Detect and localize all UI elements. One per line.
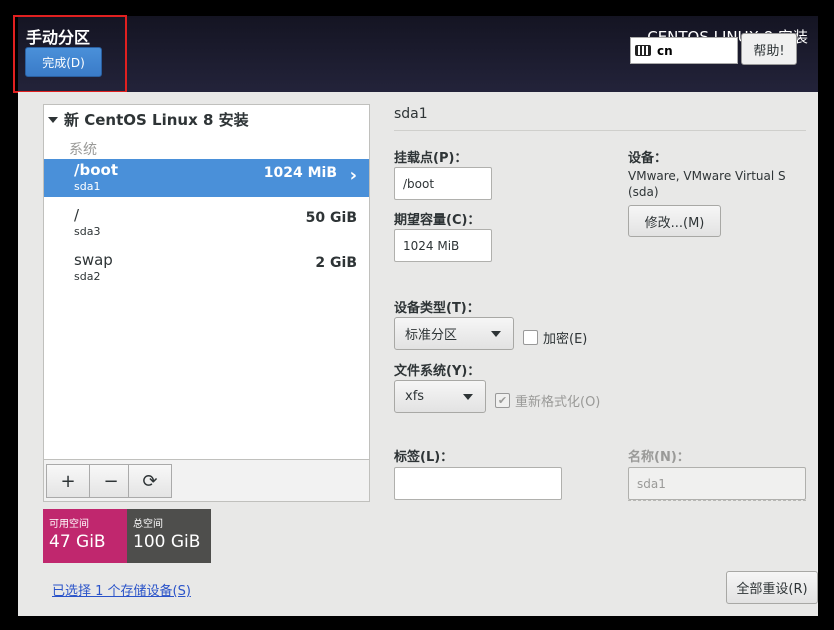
device-type-label: 设备类型(T)： [394,301,480,316]
total-space-label: 总空间 [133,519,163,530]
dropdown-caret-icon [491,331,501,337]
modify-button[interactable]: 修改...(M) [628,205,721,237]
divider [628,500,806,501]
details-title: sda1 [394,106,428,122]
partition-tree: 新 CentOS Linux 8 安装 系统 /boot sda1 1024 M… [43,104,370,502]
tag-input[interactable] [394,467,562,500]
total-space-box: 总空间 100 GiB [127,509,211,563]
tag-label: 标签(L)： [394,450,454,465]
mount-point-input[interactable]: /boot [394,167,492,200]
available-space-value: 47 GiB [49,532,106,552]
encrypt-label: 加密(E) [543,332,588,347]
filesystem-value: xfs [405,389,425,404]
device-name: VMware, VMware Virtual S [628,169,786,183]
partition-size: 1024 MiB [263,165,337,181]
divider [394,130,806,131]
partition-row-root[interactable]: / sda3 50 GiB [44,204,369,242]
device-label: 设备： [628,151,668,166]
checkmark-icon: ✔ [495,393,510,408]
partition-device: sda2 [74,270,101,283]
partition-mount: / [74,206,80,224]
group-label: 系统 [69,142,97,158]
refresh-icon[interactable]: ⟳ [128,464,172,498]
filesystem-label: 文件系统(Y)： [394,364,481,379]
partition-row-swap[interactable]: swap sda2 2 GiB [44,249,369,287]
device-description: VMware, VMware Virtual S (sda) [628,168,786,200]
partition-details: sda1 挂载点(P)： /boot 期望容量(C)： 1024 MiB 设备：… [394,92,818,616]
highlight-box [13,15,127,93]
partition-size: 50 GiB [305,210,357,226]
encrypt-checkbox[interactable]: 加密(E) [523,328,587,347]
tree-header-label: 新 CentOS Linux 8 安装 [64,111,249,129]
help-button[interactable]: 帮助! [741,33,797,65]
filesystem-select[interactable]: xfs [394,380,486,413]
keyboard-icon [635,45,651,56]
capacity-label: 期望容量(C)： [394,213,481,228]
partition-toolbar: + − ⟳ [44,459,369,501]
expander-icon [48,116,58,123]
available-space-label: 可用空间 [49,519,89,530]
reset-all-button[interactable]: 全部重设(R) [726,571,818,604]
tree-header[interactable]: 新 CentOS Linux 8 安装 [48,109,249,130]
device-type-select[interactable]: 标准分区 [394,317,514,350]
partition-mount: swap [74,251,113,269]
mount-point-label: 挂载点(P)： [394,151,468,166]
partition-mount: /boot [74,161,118,179]
add-partition-button[interactable]: + [46,464,90,498]
main-area: 新 CentOS Linux 8 安装 系统 /boot sda1 1024 M… [18,92,818,616]
partition-row-boot[interactable]: /boot sda1 1024 MiB › [44,159,369,197]
total-space-value: 100 GiB [133,532,201,552]
keyboard-layout-label: cn [657,43,673,58]
partition-device: sda3 [74,225,101,238]
partition-device: sda1 [74,180,101,193]
checkbox-icon [523,330,538,345]
reformat-checkbox: ✔ 重新格式化(O) [495,391,600,410]
reformat-label: 重新格式化(O) [515,395,601,410]
device-id: (sda) [628,185,659,199]
remove-partition-button[interactable]: − [89,464,133,498]
chevron-right-icon: › [349,165,357,186]
keyboard-layout-indicator[interactable]: cn [630,37,738,64]
dropdown-caret-icon [463,394,473,400]
name-input: sda1 [628,467,806,500]
capacity-input[interactable]: 1024 MiB [394,229,492,262]
partition-size: 2 GiB [315,255,357,271]
available-space-box: 可用空间 47 GiB [43,509,127,563]
device-type-value: 标准分区 [405,328,458,343]
name-label: 名称(N)： [628,450,690,465]
storage-devices-link[interactable]: 已选择 1 个存储设备(S) [52,580,191,599]
